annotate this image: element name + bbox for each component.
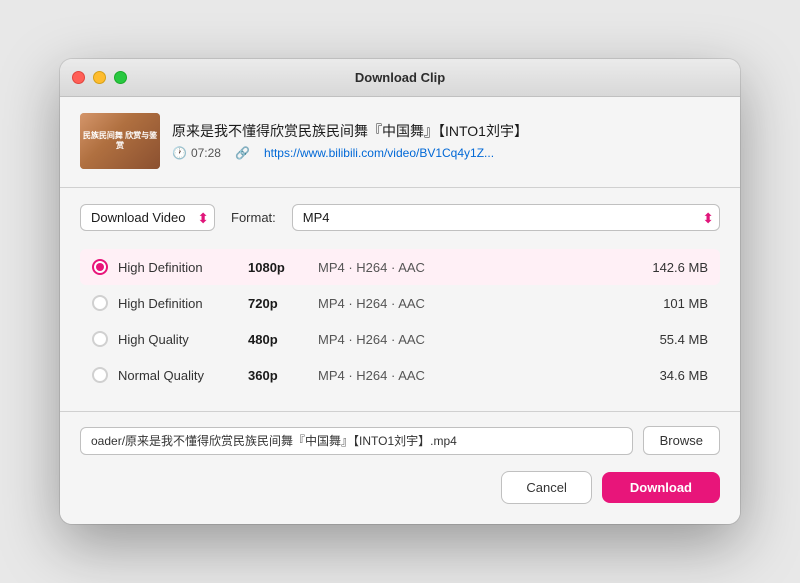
browse-button[interactable]: Browse <box>643 426 720 455</box>
quality-name-2: High Quality <box>118 332 248 347</box>
quality-name-3: Normal Quality <box>118 368 248 383</box>
filepath-row: Browse <box>80 426 720 455</box>
duration-value: 07:28 <box>191 146 221 160</box>
radio-hq480[interactable] <box>92 331 108 347</box>
video-thumbnail: 民族民间舞 欣赏与鉴赏 <box>80 113 160 169</box>
format-label: Format: <box>231 210 276 225</box>
download-type-select[interactable]: Download Video <box>80 204 215 231</box>
video-info: 民族民间舞 欣赏与鉴赏 原来是我不懂得欣赏民族民间舞『中国舞』【INTO1刘宇】… <box>80 113 720 169</box>
download-button[interactable]: Download <box>602 472 720 503</box>
quality-list: High Definition 1080p MP4 · H264 · AAC 1… <box>80 249 720 393</box>
quality-codec-2: MP4 · H264 · AAC <box>318 332 628 347</box>
maximize-button[interactable] <box>114 71 127 84</box>
quality-codec-1: MP4 · H264 · AAC <box>318 296 628 311</box>
quality-name-0: High Definition <box>118 260 248 275</box>
window-title: Download Clip <box>355 70 445 85</box>
quality-codec-0: MP4 · H264 · AAC <box>318 260 628 275</box>
quality-res-0: 1080p <box>248 260 318 275</box>
quality-codec-3: MP4 · H264 · AAC <box>318 368 628 383</box>
quality-name-1: High Definition <box>118 296 248 311</box>
separator-2 <box>60 411 740 412</box>
quality-size-2: 55.4 MB <box>628 332 708 347</box>
video-duration: 🕐 07:28 <box>172 146 221 160</box>
titlebar: Download Clip <box>60 59 740 97</box>
thumbnail-text: 民族民间舞 欣赏与鉴赏 <box>80 129 160 154</box>
separator-1 <box>60 187 740 188</box>
close-button[interactable] <box>72 71 85 84</box>
link-icon: 🔗 <box>235 146 250 160</box>
clock-icon: 🕐 <box>172 146 187 160</box>
type-dropdown-container: Download Video ⬍ <box>80 204 215 231</box>
radio-nq360[interactable] <box>92 367 108 383</box>
radio-hd720[interactable] <box>92 295 108 311</box>
quality-size-1: 101 MB <box>628 296 708 311</box>
video-details: 🕐 07:28 🔗 https://www.bilibili.com/video… <box>172 146 720 160</box>
bottom-row: Cancel Download <box>80 471 720 504</box>
format-select[interactable]: MP4 <box>292 204 720 231</box>
minimize-button[interactable] <box>93 71 106 84</box>
quality-item-1[interactable]: High Definition 720p MP4 · H264 · AAC 10… <box>80 285 720 321</box>
video-meta: 原来是我不懂得欣赏民族民间舞『中国舞』【INTO1刘宇】 🕐 07:28 🔗 h… <box>172 122 720 160</box>
quality-item-0[interactable]: High Definition 1080p MP4 · H264 · AAC 1… <box>80 249 720 285</box>
quality-size-0: 142.6 MB <box>628 260 708 275</box>
quality-item-2[interactable]: High Quality 480p MP4 · H264 · AAC 55.4 … <box>80 321 720 357</box>
download-dialog: Download Clip 民族民间舞 欣赏与鉴赏 原来是我不懂得欣赏民族民间舞… <box>60 59 740 524</box>
quality-size-3: 34.6 MB <box>628 368 708 383</box>
window-controls <box>72 71 127 84</box>
quality-res-3: 360p <box>248 368 318 383</box>
cancel-button[interactable]: Cancel <box>501 471 591 504</box>
filepath-input[interactable] <box>80 427 633 455</box>
radio-hd1080[interactable] <box>92 259 108 275</box>
quality-res-1: 720p <box>248 296 318 311</box>
video-link[interactable]: https://www.bilibili.com/video/BV1Cq4y1Z… <box>264 146 494 160</box>
quality-item-3[interactable]: Normal Quality 360p MP4 · H264 · AAC 34.… <box>80 357 720 393</box>
video-title: 原来是我不懂得欣赏民族民间舞『中国舞』【INTO1刘宇】 <box>172 122 720 140</box>
controls-row: Download Video ⬍ Format: MP4 ⬍ <box>80 204 720 231</box>
quality-res-2: 480p <box>248 332 318 347</box>
format-dropdown-container: MP4 ⬍ <box>292 204 720 231</box>
dialog-content: 民族民间舞 欣赏与鉴赏 原来是我不懂得欣赏民族民间舞『中国舞』【INTO1刘宇】… <box>60 97 740 524</box>
